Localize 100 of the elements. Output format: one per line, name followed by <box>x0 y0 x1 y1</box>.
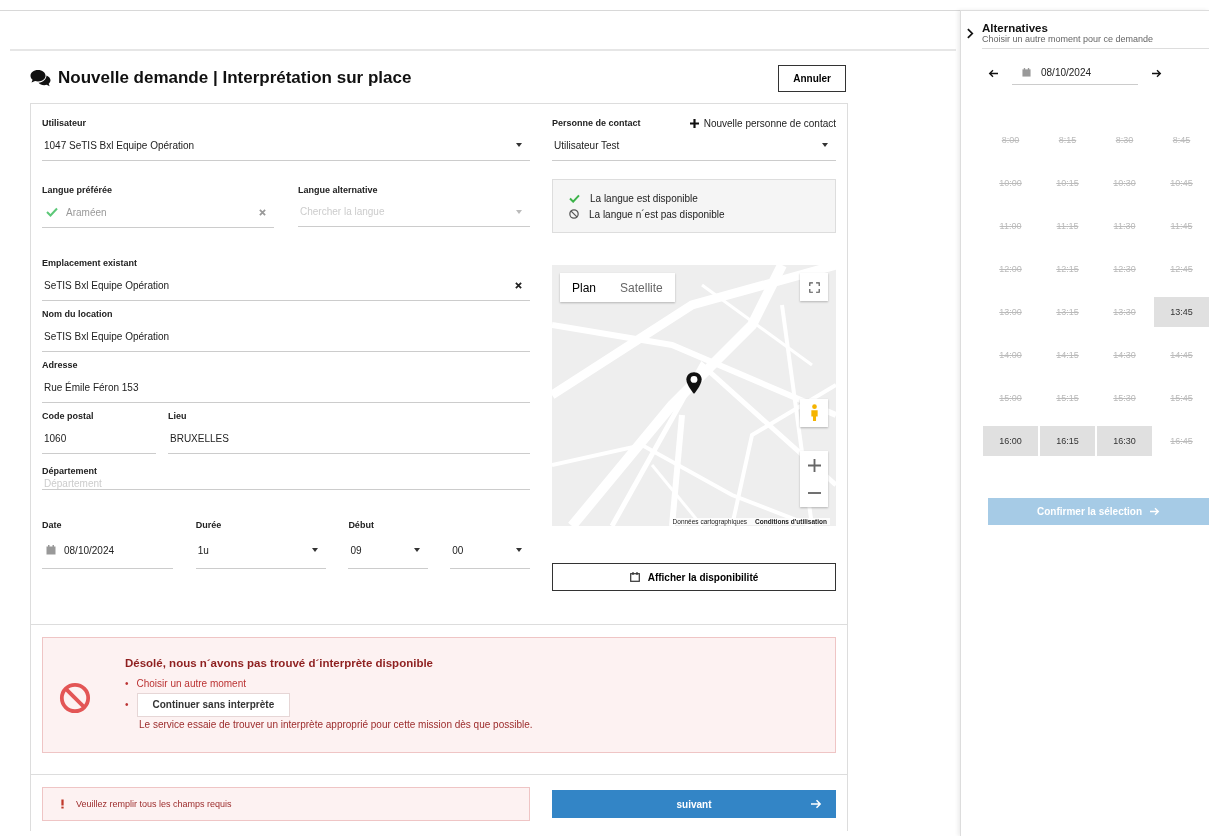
time-slot[interactable]: 15:15 <box>1040 383 1095 413</box>
continue-button[interactable]: Continuer sans interprète <box>136 692 291 717</box>
field-label: Utilisateur <box>42 117 86 130</box>
ban-icon <box>569 209 579 219</box>
input-field[interactable]: SeTIS Bxl Equipe Opération <box>42 321 530 352</box>
duration-select[interactable]: 1u <box>195 532 327 569</box>
fullscreen-button[interactable] <box>800 273 828 301</box>
time-slot[interactable]: 10:15 <box>1040 168 1095 198</box>
minute-select[interactable]: 00 <box>450 532 530 569</box>
input-field[interactable]: 1060 <box>42 423 156 454</box>
time-slot[interactable]: 14:30 <box>1097 340 1152 370</box>
legend-text: La langue est disponible <box>590 192 698 204</box>
time-slot[interactable]: 13:00 <box>983 297 1038 327</box>
input-field[interactable]: BRUXELLES <box>168 423 530 454</box>
map-type-tab[interactable]: Plan <box>560 273 609 302</box>
time-slot[interactable]: 15:00 <box>983 383 1038 413</box>
time-slot[interactable]: 12:30 <box>1097 254 1152 284</box>
field-label: Langue alternative <box>298 184 378 197</box>
time-slot[interactable]: 11:00 <box>983 211 1038 241</box>
date-field[interactable]: 08/10/2024 <box>1012 61 1138 85</box>
language-select[interactable]: Araméen <box>42 197 274 228</box>
add-contact-link[interactable]: Nouvelle personne de contact <box>689 117 836 129</box>
time-slot[interactable]: 16:30 <box>1097 426 1152 456</box>
time-slot[interactable]: 16:15 <box>1040 426 1095 456</box>
time-slot[interactable]: 10:00 <box>983 168 1038 198</box>
chat-bubbles-icon <box>30 69 52 87</box>
fullscreen-icon <box>808 281 820 293</box>
time-slot[interactable]: 11:30 <box>1097 211 1152 241</box>
legend-text: La langue n´est pas disponible <box>589 208 725 220</box>
input-field[interactable]: Rue Émile Féron 153 <box>42 372 530 403</box>
cancel-button[interactable]: Annuler <box>778 64 846 92</box>
user-select[interactable]: 1047 SeTIS Bxl Equipe Opération <box>42 130 530 161</box>
plus-icon <box>689 118 699 128</box>
alert-title: Désolé, nous n´avons pas trouvé d´interprète disponible <box>125 656 434 669</box>
field-label: Lieu <box>168 410 187 423</box>
alert-note: Le service essaie de trouver un interprète approprié pour cette mission dès que possible. <box>139 718 533 730</box>
field-label: Emplacement existant <box>42 257 138 270</box>
plus-icon <box>807 458 821 472</box>
time-slot[interactable]: 14:15 <box>1040 340 1095 370</box>
caret-icon <box>312 548 319 552</box>
time-slot[interactable]: 13:15 <box>1040 297 1095 327</box>
person-icon <box>809 403 819 423</box>
caret-icon <box>516 548 522 552</box>
map-type-tab[interactable]: Satellite <box>608 273 675 302</box>
field-label: Code postal <box>42 410 94 423</box>
clear-icon[interactable] <box>515 281 522 289</box>
time-slot[interactable]: 16:45 <box>1154 426 1209 456</box>
contact-select[interactable]: Utilisateur Test <box>552 130 836 161</box>
time-slot[interactable]: 8:30 <box>1097 125 1152 155</box>
time-slot[interactable]: 12:15 <box>1040 254 1095 284</box>
time-slot[interactable]: 14:45 <box>1154 340 1209 370</box>
chevron-right-icon[interactable] <box>967 28 974 39</box>
next-button[interactable]: suivant <box>552 790 836 818</box>
time-slot[interactable]: 14:00 <box>983 340 1038 370</box>
time-slot[interactable]: 13:45 <box>1154 297 1209 327</box>
bullet: • <box>125 676 129 691</box>
zoom-in-button[interactable] <box>800 451 828 479</box>
panel-title: Alternatives <box>982 22 1049 34</box>
field-label: Nom du location <box>42 308 113 321</box>
date-field[interactable]: 08/10/2024 <box>42 532 173 569</box>
time-slot[interactable]: 15:45 <box>1154 383 1209 413</box>
prohibited-icon <box>59 682 91 714</box>
field-label: Département <box>42 465 97 478</box>
calendar-icon <box>1022 68 1031 77</box>
arrow-right-icon <box>1150 507 1160 516</box>
arrow-right-icon[interactable] <box>1152 68 1162 78</box>
caret-icon <box>516 210 522 214</box>
time-slot[interactable]: 10:45 <box>1154 168 1209 198</box>
zoom-out-button[interactable] <box>800 479 828 507</box>
caret-icon <box>822 143 828 147</box>
time-slot[interactable]: 15:30 <box>1097 383 1152 413</box>
arrow-left-icon[interactable] <box>988 68 998 78</box>
time-slot[interactable]: 16:00 <box>983 426 1038 456</box>
map-pin-icon <box>685 371 703 395</box>
time-slot[interactable]: 8:45 <box>1154 125 1209 155</box>
field-label: Durée <box>195 519 222 532</box>
check-icon <box>569 193 580 203</box>
time-slot[interactable]: 11:15 <box>1040 211 1095 241</box>
field-label: Début <box>348 519 374 532</box>
page-title: Nouvelle demande | Interprétation sur place <box>58 68 413 88</box>
minus-icon <box>807 491 821 495</box>
time-slot[interactable]: 11:45 <box>1154 211 1209 241</box>
location-select[interactable]: SeTIS Bxl Equipe Opération <box>42 270 530 301</box>
caret-icon <box>516 143 522 147</box>
show-availability-button[interactable]: Afficher la disponibilité <box>552 563 836 591</box>
time-slot[interactable]: 13:30 <box>1097 297 1152 327</box>
field-label: Date <box>42 519 62 532</box>
field-label: Adresse <box>42 359 78 372</box>
arrow-right-icon <box>811 799 822 809</box>
bullet: • <box>125 697 129 712</box>
validation-text: Veuillez remplir tous les champs requis <box>76 799 232 809</box>
time-slot[interactable]: 8:00 <box>983 125 1038 155</box>
time-slot[interactable]: 8:15 <box>1040 125 1095 155</box>
time-slot[interactable]: 12:45 <box>1154 254 1209 284</box>
calendar-icon <box>629 572 640 582</box>
time-slot[interactable]: 10:30 <box>1097 168 1152 198</box>
field-label: Personne de contact <box>552 117 641 130</box>
hour-select[interactable]: 09 <box>348 532 429 569</box>
exclamation-icon <box>61 799 64 809</box>
time-slot[interactable]: 12:00 <box>983 254 1038 284</box>
